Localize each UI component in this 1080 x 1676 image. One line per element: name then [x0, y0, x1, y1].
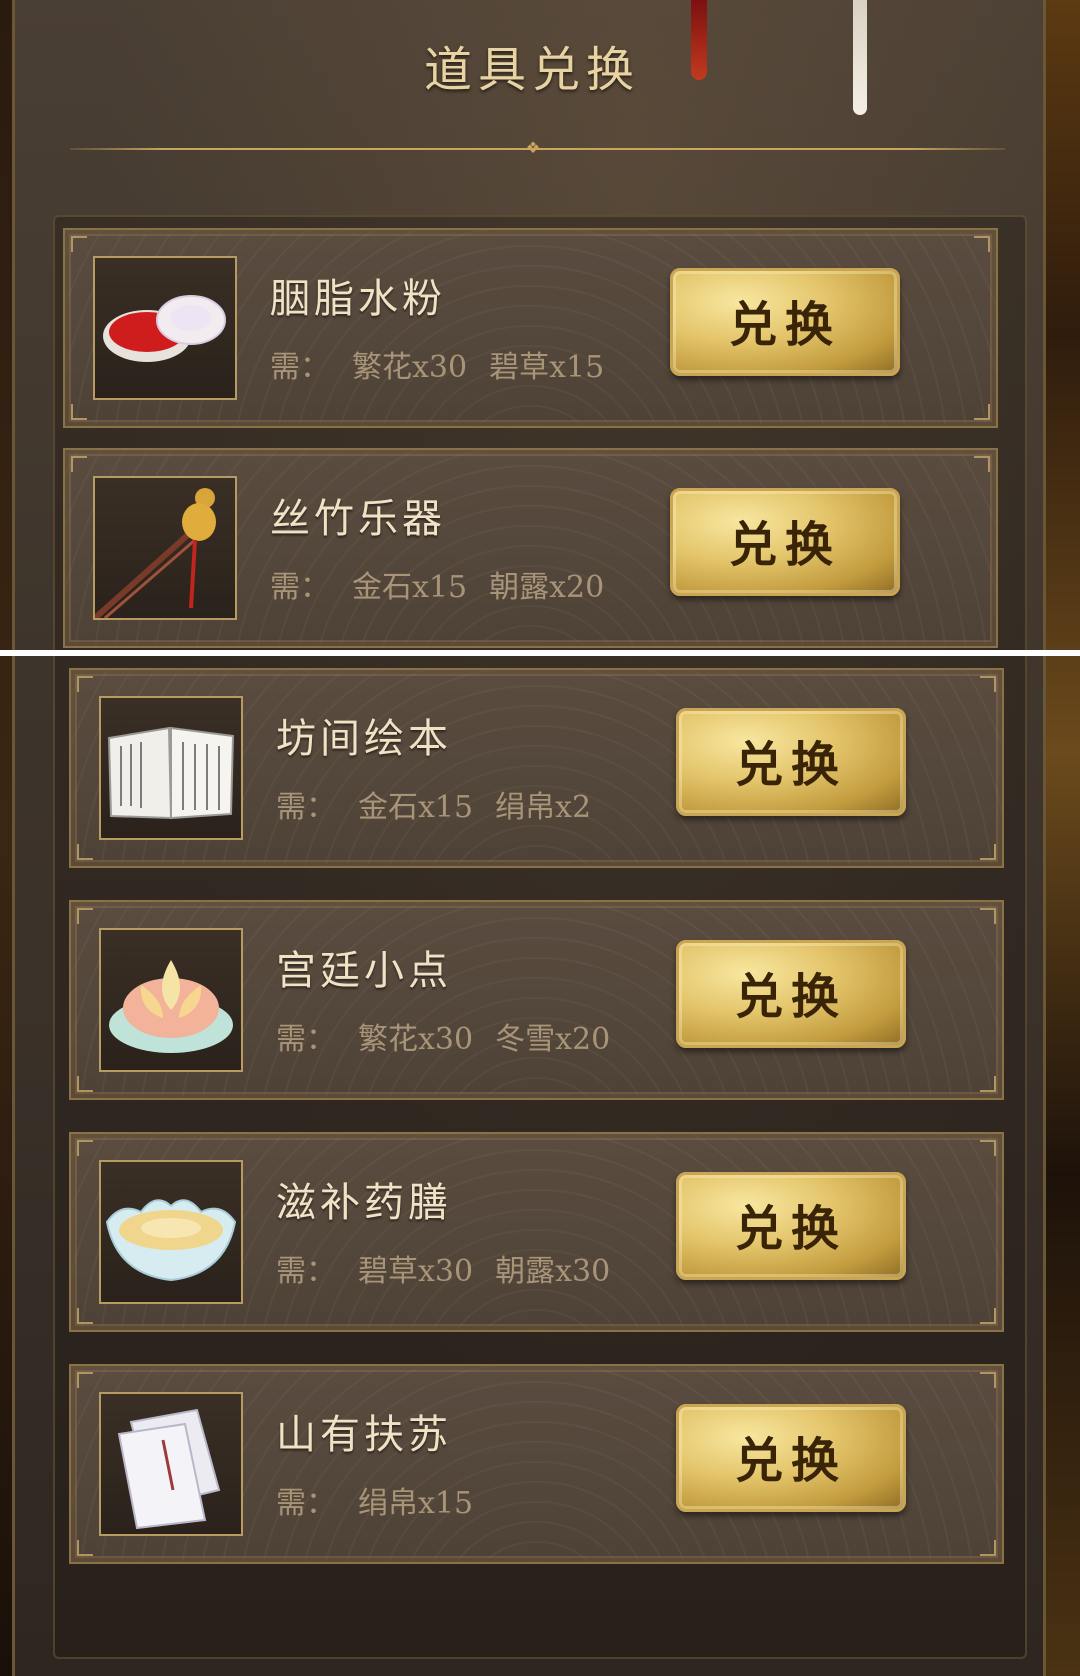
exchange-button[interactable]: 兑换: [670, 488, 900, 596]
list-item: 山有扶苏 需： 绢帛x15 兑换: [69, 1364, 1004, 1564]
exchange-button[interactable]: 兑换: [676, 708, 906, 816]
requirement: 绢帛x15: [358, 1486, 474, 1521]
gourd-flute-icon: [92, 476, 237, 621]
corner-ornament: [77, 1076, 93, 1092]
item-requirements: 需： 繁花x30 碧草x15: [270, 342, 626, 386]
soup-bowl-icon: [99, 1160, 243, 1304]
corner-ornament: [77, 844, 93, 860]
requirement: 金石x15: [352, 570, 468, 605]
corner-ornament: [77, 1140, 93, 1156]
corner-ornament: [980, 844, 996, 860]
corner-ornament: [980, 1076, 996, 1092]
corner-ornament: [980, 676, 996, 692]
list-item: 宫廷小点 需： 繁花x30 冬雪x20 兑换: [69, 900, 1004, 1100]
item-requirements: 需： 绢帛x15: [276, 1478, 495, 1522]
corner-ornament: [974, 404, 990, 420]
corner-ornament: [980, 1140, 996, 1156]
list-item: 滋补药膳 需： 碧草x30 朝露x30 兑换: [69, 1132, 1004, 1332]
rouge-compact-icon: [93, 256, 237, 400]
requirement-prefix: 需：: [276, 790, 336, 825]
item-requirements: 需： 金石x15 绢帛x2: [276, 782, 613, 826]
requirement: 金石x15: [358, 790, 474, 825]
item-name: 宫廷小点: [276, 948, 452, 994]
page-title: 道具兑换: [423, 42, 640, 98]
item-name: 滋补药膳: [276, 1180, 452, 1226]
requirement: 碧草x30: [358, 1254, 474, 1289]
requirement: 冬雪x20: [495, 1022, 611, 1057]
corner-ornament: [77, 676, 93, 692]
item-requirements: 需： 碧草x30 朝露x30: [276, 1246, 632, 1290]
list-item: 丝竹乐器 需： 金石x15 朝露x20 兑换: [63, 448, 998, 648]
corner-ornament: [77, 1308, 93, 1324]
corner-ornament: [980, 1372, 996, 1388]
stationery-book-icon: [99, 1392, 243, 1536]
background-scene-left: [0, 0, 12, 1676]
list-item: 胭脂水粉 需： 繁花x30 碧草x15 兑换: [63, 228, 998, 428]
requirement-prefix: 需：: [270, 350, 330, 385]
item-name: 坊间绘本: [276, 716, 452, 762]
exchange-button[interactable]: 兑换: [676, 1172, 906, 1280]
corner-ornament: [980, 1540, 996, 1556]
corner-ornament: [77, 908, 93, 924]
exchange-screen: 道具兑换 ❖ 胭脂水粉 需： 繁花x30 碧草x15 兑换 丝竹乐器 需： 金石…: [0, 0, 1080, 1676]
corner-ornament: [77, 1372, 93, 1388]
item-name: 山有扶苏: [276, 1412, 452, 1458]
requirement: 朝露x20: [489, 570, 605, 605]
corner-ornament: [71, 456, 87, 472]
requirement-prefix: 需：: [276, 1022, 336, 1057]
corner-ornament: [980, 908, 996, 924]
requirement-prefix: 需：: [270, 570, 330, 605]
item-name: 胭脂水粉: [270, 276, 446, 322]
screenshot-seam: [0, 650, 1080, 656]
item-requirements: 需： 金石x15 朝露x20: [270, 562, 626, 606]
item-name: 丝竹乐器: [270, 496, 446, 542]
requirement: 繁花x30: [352, 350, 468, 385]
requirement-prefix: 需：: [276, 1254, 336, 1289]
lotus-pastry-icon: [99, 928, 243, 1072]
corner-ornament: [77, 1540, 93, 1556]
exchange-button[interactable]: 兑换: [676, 1404, 906, 1512]
requirement-prefix: 需：: [276, 1486, 336, 1521]
divider-ornament-icon: ❖: [525, 138, 541, 157]
background-scene-right: [1046, 0, 1080, 1676]
requirement: 绢帛x2: [495, 790, 592, 825]
requirement: 碧草x15: [489, 350, 605, 385]
requirement: 朝露x30: [495, 1254, 611, 1289]
corner-ornament: [980, 1308, 996, 1324]
exchange-button[interactable]: 兑换: [670, 268, 900, 376]
exchange-panel: 道具兑换 ❖ 胭脂水粉 需： 繁花x30 碧草x15 兑换 丝竹乐器 需： 金石…: [12, 0, 1046, 1676]
requirement: 繁花x30: [358, 1022, 474, 1057]
exchange-button[interactable]: 兑换: [676, 940, 906, 1048]
corner-ornament: [974, 456, 990, 472]
item-requirements: 需： 繁花x30 冬雪x20: [276, 1014, 632, 1058]
open-book-icon: [99, 696, 243, 840]
corner-ornament: [974, 236, 990, 252]
list-item: 坊间绘本 需： 金石x15 绢帛x2 兑换: [69, 668, 1004, 868]
corner-ornament: [71, 236, 87, 252]
corner-ornament: [71, 404, 87, 420]
